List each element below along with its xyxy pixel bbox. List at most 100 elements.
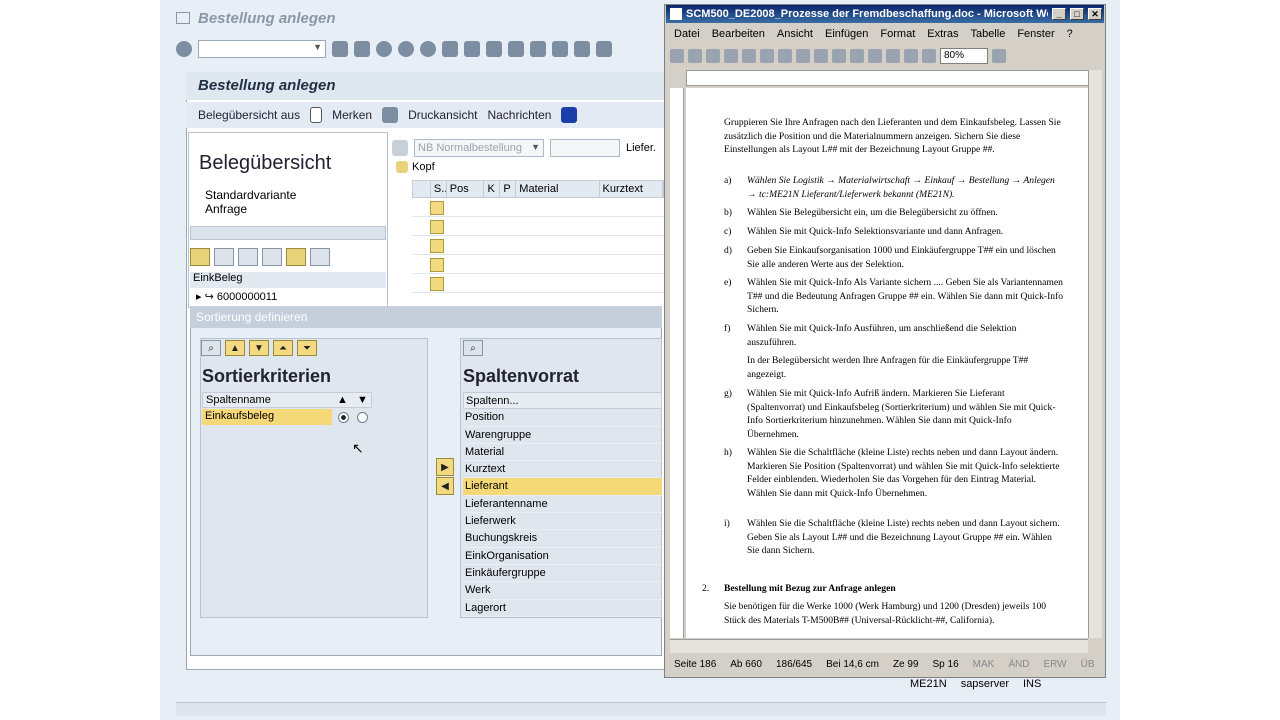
layout-icon[interactable] <box>596 41 612 57</box>
list-item[interactable]: EinkOrganisation <box>463 548 662 565</box>
menu-fenster[interactable]: Fenster <box>1017 28 1054 40</box>
hierarchy-button[interactable] <box>310 248 330 266</box>
paste-icon[interactable] <box>850 49 864 63</box>
word-horizontal-scrollbar[interactable] <box>670 639 1088 653</box>
item-row[interactable] <box>412 237 664 255</box>
list-item[interactable]: Lieferwerk <box>463 513 662 531</box>
item-row[interactable] <box>412 275 664 293</box>
save-icon[interactable] <box>354 41 370 57</box>
status-mak[interactable]: MAK <box>973 659 995 670</box>
list-item[interactable]: Buchungskreis <box>463 530 662 548</box>
close-icon[interactable]: ✕ <box>1088 8 1102 20</box>
menu-bearbeiten[interactable]: Bearbeiten <box>712 28 765 40</box>
move-down-icon[interactable]: ▼ <box>249 340 269 356</box>
list-item[interactable]: Warengruppe <box>463 427 662 444</box>
find-icon[interactable]: ⌕ <box>201 340 221 356</box>
find-button[interactable] <box>262 248 282 266</box>
format-painter-icon[interactable] <box>868 49 882 63</box>
status-and[interactable]: ÄND <box>1008 659 1029 670</box>
print-icon[interactable] <box>760 49 774 63</box>
order-type-select[interactable]: NB Normalbestellung <box>414 139 544 157</box>
move-right-icon[interactable]: ▶ <box>436 458 454 476</box>
back-arrow-icon[interactable] <box>332 41 348 57</box>
cancel-icon[interactable] <box>420 41 436 57</box>
item-row[interactable] <box>412 256 664 274</box>
list-item[interactable]: Einkäufergruppe <box>463 565 662 583</box>
minimize-icon[interactable]: _ <box>1052 8 1066 20</box>
item-row[interactable] <box>412 218 664 236</box>
table-icon[interactable] <box>922 49 936 63</box>
copy-icon[interactable] <box>832 49 846 63</box>
menu-format[interactable]: Format <box>880 28 915 40</box>
next-page-icon[interactable] <box>552 41 568 57</box>
new-doc-icon[interactable] <box>670 49 684 63</box>
beleg-horizontal-scrollbar[interactable] <box>190 226 386 240</box>
list-item[interactable]: Material <box>463 444 662 462</box>
menu-help[interactable]: ? <box>1067 28 1073 40</box>
enter-icon[interactable] <box>176 41 192 57</box>
merken-button[interactable]: Merken <box>332 108 372 122</box>
preview-icon[interactable] <box>778 49 792 63</box>
refresh-button[interactable] <box>238 248 258 266</box>
save-icon[interactable] <box>706 49 720 63</box>
hierarchy-icon[interactable] <box>382 107 399 123</box>
copy-button[interactable] <box>214 248 234 266</box>
list-item[interactable]: Werk <box>463 582 662 600</box>
descending-icon[interactable]: ▼ <box>357 394 368 406</box>
sortkriterien-row[interactable]: Einkaufsbeleg <box>202 409 332 425</box>
selection-variant-button[interactable] <box>190 248 210 266</box>
sap-bottom-scrollbar[interactable] <box>176 702 1106 716</box>
first-page-icon[interactable] <box>508 41 524 57</box>
einkbeleg-tree-item[interactable]: ▸ ↪ 6000000011 <box>196 290 277 303</box>
print-icon[interactable] <box>442 41 458 57</box>
back-icon[interactable] <box>376 41 392 57</box>
exit-icon[interactable] <box>398 41 414 57</box>
move-top-icon[interactable]: ⏶ <box>273 340 293 356</box>
kopf-section[interactable]: Kopf <box>396 161 435 173</box>
expand-icon[interactable] <box>396 161 408 173</box>
beleguebersicht-aus-button[interactable]: Belegübersicht aus <box>198 108 300 122</box>
menu-extras[interactable]: Extras <box>927 28 958 40</box>
move-bottom-icon[interactable]: ⏷ <box>297 340 317 356</box>
document-icon[interactable] <box>310 107 323 123</box>
word-document-page[interactable]: Gruppieren Sie Ihre Anfragen nach den Li… <box>686 88 1088 638</box>
ascending-radio[interactable] <box>338 412 349 423</box>
ascending-icon[interactable]: ▲ <box>337 394 348 406</box>
open-icon[interactable] <box>688 49 702 63</box>
vertical-ruler[interactable] <box>670 88 684 638</box>
last-page-icon[interactable] <box>574 41 590 57</box>
order-number-field[interactable] <box>550 139 620 157</box>
list-item[interactable]: Kurztext <box>463 461 662 479</box>
find-icon[interactable]: ⌕ <box>463 340 483 356</box>
spellcheck-icon[interactable] <box>796 49 810 63</box>
zoom-select[interactable]: 80% <box>940 48 988 64</box>
info-icon[interactable] <box>561 107 578 123</box>
transaction-code[interactable]: ME21N <box>910 678 947 690</box>
druckansicht-button[interactable]: Druckansicht <box>408 108 477 122</box>
undo-icon[interactable] <box>886 49 900 63</box>
cart-icon[interactable] <box>392 140 408 156</box>
status-ub[interactable]: ÜB <box>1081 659 1095 670</box>
list-item[interactable]: Position <box>463 409 662 427</box>
word-vertical-scrollbar[interactable] <box>1088 70 1102 638</box>
move-up-icon[interactable]: ▲ <box>225 340 245 356</box>
help-icon[interactable] <box>992 49 1006 63</box>
list-item-selected[interactable]: Lieferant <box>463 478 662 496</box>
cut-icon[interactable] <box>814 49 828 63</box>
status-erw[interactable]: ERW <box>1043 659 1066 670</box>
email-icon[interactable] <box>742 49 756 63</box>
horizontal-ruler[interactable] <box>686 70 1090 86</box>
nachrichten-button[interactable]: Nachrichten <box>487 108 551 122</box>
menu-ansicht[interactable]: Ansicht <box>777 28 813 40</box>
permission-icon[interactable] <box>724 49 738 63</box>
item-row[interactable] <box>412 199 664 217</box>
layout-button[interactable] <box>286 248 306 266</box>
menu-tabelle[interactable]: Tabelle <box>970 28 1005 40</box>
find-icon[interactable] <box>464 41 480 57</box>
move-left-icon[interactable]: ◀ <box>436 477 454 495</box>
command-field[interactable] <box>198 40 326 58</box>
menu-einfuegen[interactable]: Einfügen <box>825 28 868 40</box>
list-item[interactable]: Lieferantenname <box>463 496 662 514</box>
hyperlink-icon[interactable] <box>904 49 918 63</box>
prev-page-icon[interactable] <box>530 41 546 57</box>
